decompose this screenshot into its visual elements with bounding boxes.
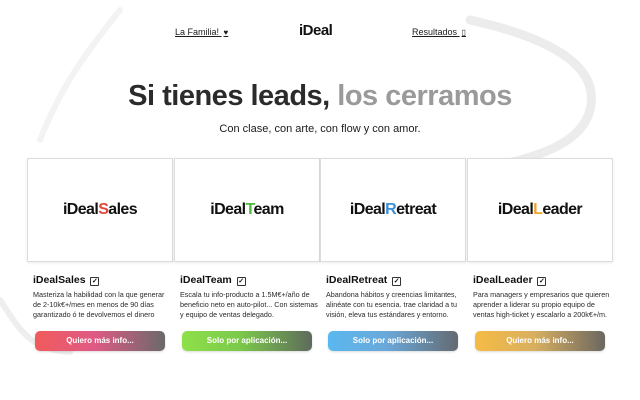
card-description: Para managers y empresarios que quieren …: [473, 290, 610, 319]
nav-link-familia-label: La Familia!: [175, 27, 220, 37]
nav-link-resultados-label: Resultados: [412, 27, 458, 37]
hero-title-light: los cerramos: [337, 80, 512, 112]
card-title-text: iDealSales: [33, 274, 86, 286]
card-image[interactable]: iDealSales: [27, 158, 173, 262]
card-description: Abandona hábitos y creencias limitantes,…: [326, 290, 458, 319]
check-box-icon: ✓: [537, 277, 547, 286]
card-image[interactable]: iDealRetreat: [320, 158, 466, 262]
check-box-icon: ✓: [90, 277, 100, 286]
idealteam-logo: iDealTeam: [210, 201, 284, 218]
card-description: Escala tu info-producto a 1.5M€+/año de …: [180, 290, 318, 319]
solo-por-aplicacion-button[interactable]: Solo por aplicación...: [328, 331, 458, 351]
card-title: iDealRetreat ✓: [320, 274, 466, 286]
heart-icon: ♥: [223, 28, 229, 37]
nav-link-resultados[interactable]: Resultados ▯: [412, 27, 466, 37]
check-box-icon: ✓: [236, 277, 246, 286]
solo-por-aplicacion-button[interactable]: Solo por aplicación...: [182, 331, 312, 351]
card-title: iDealTeam ✓: [174, 274, 320, 286]
card-description: Masteriza la habilidad con la que genera…: [33, 290, 165, 319]
card-idealretreat: iDealRetreat iDealRetreat ✓ Abandona háb…: [320, 158, 466, 358]
hero-title-dark: Si tienes leads,: [128, 80, 330, 112]
quiero-mas-info-button[interactable]: Quiero más info...: [475, 331, 605, 351]
card-title: iDealSales ✓: [27, 274, 173, 286]
brand-logo[interactable]: iDeal: [299, 22, 333, 39]
product-cards: iDealSales iDealSales ✓ Masteriza la hab…: [27, 158, 613, 358]
card-title-text: iDealRetreat: [326, 274, 388, 286]
top-navigation: La Familia! ♥ iDeal Resultados ▯: [0, 22, 640, 42]
card-idealsales: iDealSales iDealSales ✓ Masteriza la hab…: [27, 158, 173, 358]
hero-subtitle: Con clase, con arte, con flow y con amor…: [219, 123, 421, 135]
nav-link-familia[interactable]: La Familia! ♥: [175, 27, 228, 37]
card-idealleader: iDealLeader iDealLeader ✓ Para managers …: [467, 158, 613, 358]
check-box-icon: ✓: [392, 277, 402, 286]
card-image[interactable]: iDealTeam: [174, 158, 320, 262]
card-title-text: iDealTeam: [180, 274, 232, 286]
card-title-text: iDealLeader: [473, 274, 533, 286]
page: La Familia! ♥ iDeal Resultados ▯ Si tien…: [0, 0, 640, 400]
card-title: iDealLeader ✓: [467, 274, 613, 286]
quiero-mas-info-button[interactable]: Quiero más info...: [35, 331, 165, 351]
card-idealteam: iDealTeam iDealTeam ✓ Escala tu info-pro…: [174, 158, 320, 358]
idealsales-logo: iDealSales: [62, 201, 138, 218]
idealretreat-logo: iDealRetreat: [349, 201, 437, 218]
square-icon: ▯: [461, 28, 466, 37]
hero-title: Si tienes leads, los cerramos: [0, 80, 640, 113]
idealleader-logo: iDealLeader: [497, 201, 583, 218]
card-image[interactable]: iDealLeader: [467, 158, 613, 262]
